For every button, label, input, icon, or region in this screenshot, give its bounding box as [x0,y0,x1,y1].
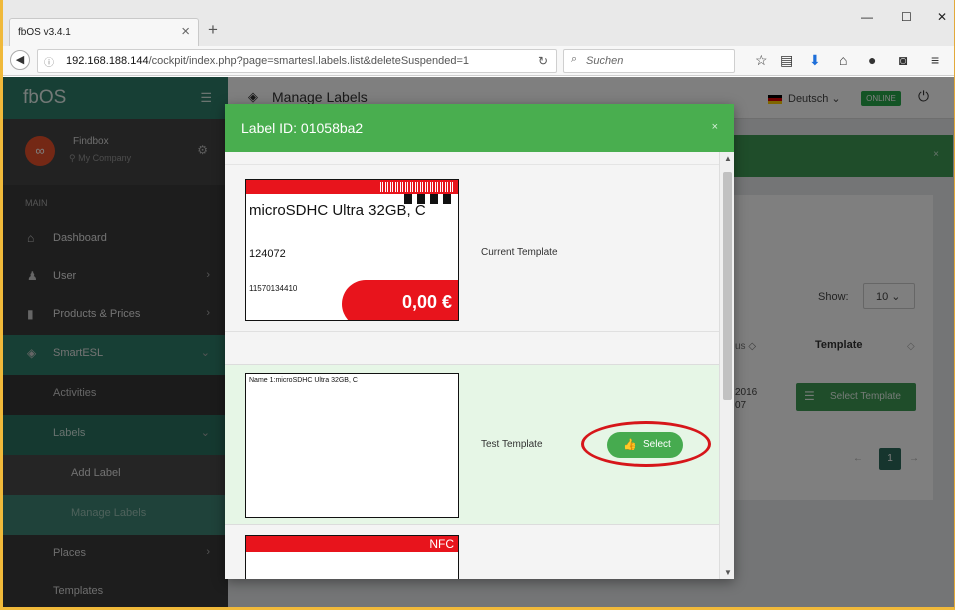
label-ean: 11570134410 [249,284,298,293]
search-placeholder: Suchen [586,55,624,67]
highlight-circle: 👍 Select [581,421,711,467]
bookmark-star-icon[interactable]: ☆ [755,52,768,69]
select-label: Select [643,439,671,450]
home-icon[interactable]: ⌂ [839,52,847,68]
tab-title: fbOS v3.4.1 [18,27,71,38]
barcode [380,182,454,192]
label-field-text: Name 1:microSDHC Ultra 32GB, C [249,377,358,384]
template-name-current: Current Template [481,247,558,258]
minimize-icon[interactable]: — [861,10,873,24]
pocket-icon[interactable]: ◙ [899,52,907,68]
browser-navbar: ◀ ⓘ 192.168.188.144/cockpit/index.php?pa… [3,46,954,76]
search-input[interactable]: ⌕ Suchen [563,49,735,73]
close-icon[interactable]: × [712,121,718,133]
url-text: 192.168.188.144/cockpit/index.php?page=s… [66,55,470,67]
download-icon[interactable]: ⬇ [809,52,821,69]
maximize-icon[interactable]: ☐ [901,10,912,24]
close-window-icon[interactable]: ✕ [937,10,947,24]
info-icon[interactable]: ⓘ [44,54,54,69]
browser-tab[interactable]: fbOS v3.4.1 × [9,18,199,46]
modal-scrollbar[interactable]: ▲ ▼ [719,152,734,579]
back-arrow-icon[interactable]: ◀ [10,50,30,70]
label-price: 0,00 € [401,292,452,312]
template-row-test: Name 1:microSDHC Ultra 32GB, C Test Temp… [225,364,719,524]
url-bar[interactable]: ⓘ 192.168.188.144/cockpit/index.php?page… [37,49,557,73]
label-number: 124072 [249,248,286,260]
modal-title: Label ID: 01058ba2 [241,120,364,136]
label-preview-test: Name 1:microSDHC Ultra 32GB, C [245,373,459,518]
modal-body: microSDHC Ultra 32GB, C 124072 115701344… [225,152,734,579]
reload-icon[interactable]: ↻ [538,54,548,68]
close-tab-icon[interactable]: × [181,23,190,40]
modal-header: Label ID: 01058ba2 × [225,104,734,152]
label-preview-current: microSDHC Ultra 32GB, C 124072 115701344… [245,179,459,321]
template-row-current: microSDHC Ultra 32GB, C 124072 115701344… [225,164,719,332]
nfc-badge: NFC [429,537,454,551]
scroll-down-icon[interactable]: ▼ [724,568,732,577]
template-name-test: Test Template [481,439,543,450]
clipboard-icon[interactable]: ▤ [780,52,793,69]
scroll-up-icon[interactable]: ▲ [724,154,732,163]
label-modal: Label ID: 01058ba2 × microSDHC Ultra 32G… [225,104,734,579]
select-button[interactable]: 👍 Select [607,432,683,458]
chat-icon[interactable]: ● [868,52,876,68]
label-red-bar [246,536,458,552]
browser-window: fbOS v3.4.1 × + — ☐ ✕ ◀ ⓘ 192.168.188.14… [0,0,955,610]
thumbs-up-icon: 👍 [623,439,637,451]
search-icon: ⌕ [571,53,578,65]
menu-icon[interactable]: ≡ [931,52,939,68]
scroll-thumb[interactable] [723,172,732,400]
new-tab-icon[interactable]: + [208,20,218,40]
template-row-nfc: NFC [225,524,719,579]
label-product-name: microSDHC Ultra 32GB, C [249,202,426,219]
browser-titlebar: fbOS v3.4.1 × + — ☐ ✕ [3,0,954,46]
label-preview-nfc: NFC [245,535,459,579]
